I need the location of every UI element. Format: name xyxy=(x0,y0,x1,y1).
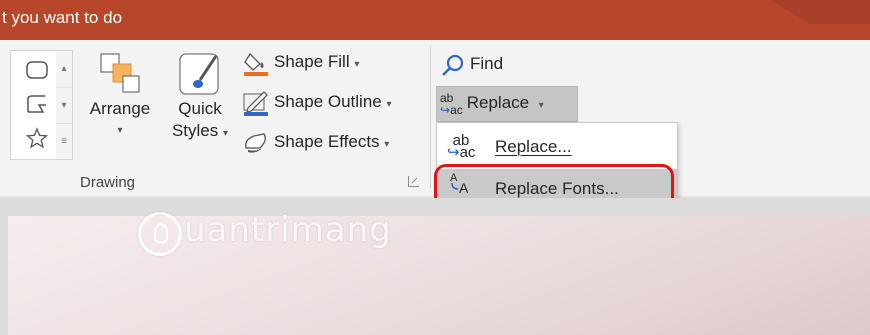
group-separator xyxy=(430,46,431,188)
lightbulb-icon xyxy=(138,212,182,256)
menu-item-label: Replace... xyxy=(495,137,572,156)
shapes-gallery-scroll[interactable]: ▴ ▾ ≡ xyxy=(56,50,73,160)
arrange-dropdown-icon: ▾ xyxy=(117,125,123,136)
find-label: Find xyxy=(470,54,504,73)
quick-styles-dropdown-icon: ▾ xyxy=(223,128,229,139)
replace-label: Replace xyxy=(466,93,530,112)
slide-pane xyxy=(0,198,870,335)
freeform-shape-icon[interactable] xyxy=(25,93,49,115)
title-bar xyxy=(0,0,870,40)
pencil-outline-icon xyxy=(243,90,268,116)
rounded-rectangle-icon[interactable] xyxy=(25,59,49,81)
gallery-more-icon[interactable]: ≡ xyxy=(56,123,72,160)
quick-styles-label-text: Styles xyxy=(171,121,219,140)
dialog-launcher-icon[interactable] xyxy=(408,176,419,187)
star-icon[interactable] xyxy=(25,127,49,149)
shape-outline-button[interactable]: Shape Outline ▾ xyxy=(242,88,392,116)
watermark: uantrimang xyxy=(184,210,392,250)
shape-outline-dropdown-icon: ▾ xyxy=(386,99,392,110)
shape-fill-label: Shape Fill xyxy=(274,52,350,71)
find-button[interactable]: Find xyxy=(440,50,503,78)
shape-outline-label: Shape Outline xyxy=(274,92,382,111)
quick-styles-icon xyxy=(179,53,219,95)
gallery-scroll-down-icon[interactable]: ▾ xyxy=(56,87,72,124)
quick-styles-label: Quick xyxy=(178,99,222,118)
shape-effects-dropdown-icon: ▾ xyxy=(384,139,390,150)
shape-effects-button[interactable]: Shape Effects ▾ xyxy=(242,128,389,156)
menu-item-replace[interactable]: ab ↪ac Replace... xyxy=(437,127,677,167)
shape-effects-label: Shape Effects xyxy=(274,132,380,151)
quick-styles-button[interactable]: Quick Styles ▾ xyxy=(164,50,236,145)
arrange-button[interactable]: Arrange ▾ xyxy=(84,50,156,142)
quick-styles-label-2: Styles ▾ xyxy=(164,120,236,145)
drawing-group-label: Drawing xyxy=(80,174,136,191)
shapes-gallery[interactable] xyxy=(10,50,58,160)
replace-dropdown-icon: ▾ xyxy=(538,100,544,111)
arrange-label: Arrange xyxy=(89,99,151,118)
tell-me-search[interactable]: t you want to do xyxy=(0,0,122,40)
arrange-icon xyxy=(100,53,140,93)
gallery-scroll-up-icon[interactable]: ▴ xyxy=(56,51,72,87)
replace-icon: ab ↪ac xyxy=(447,132,476,161)
shape-fill-dropdown-icon: ▾ xyxy=(354,59,360,70)
replace-button[interactable]: ab ↪ac Replace ▾ xyxy=(440,89,544,117)
paint-bucket-icon xyxy=(244,52,268,76)
shape-fill-button[interactable]: Shape Fill ▾ xyxy=(242,48,359,76)
search-icon xyxy=(442,54,464,76)
replace-icon: ab ↪ac xyxy=(440,90,463,117)
shape-effects-icon xyxy=(245,132,266,153)
